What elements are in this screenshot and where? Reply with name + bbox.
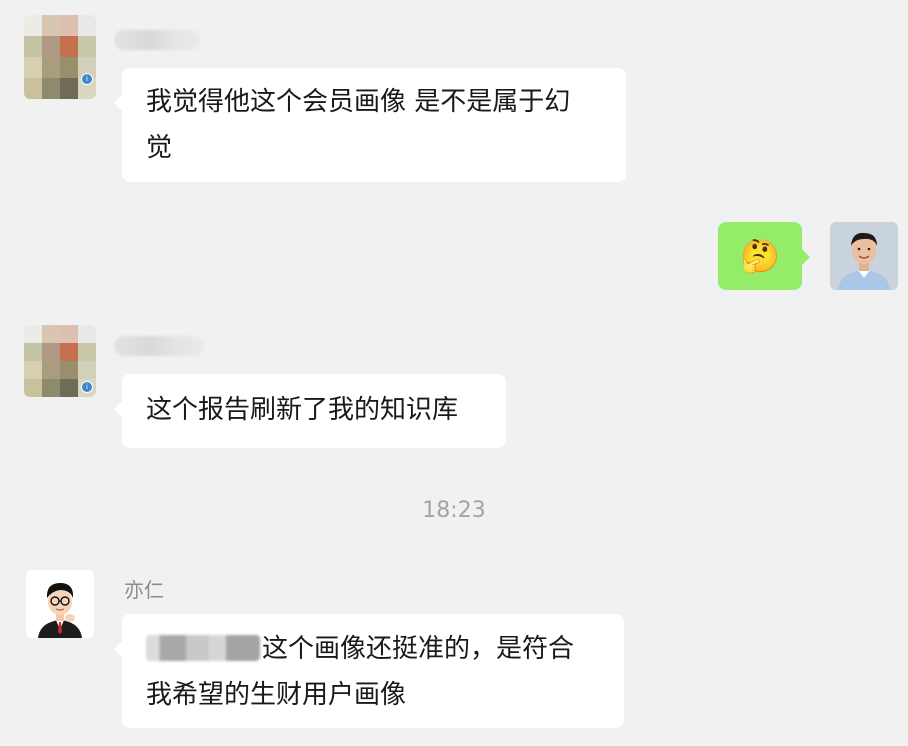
blurred-mention (146, 635, 260, 661)
message-bubble[interactable]: 这个画像还挺准的，是符合 我希望的生财用户画像 (114, 614, 624, 728)
thinking-emoji-icon: 🤔 (740, 237, 780, 275)
blurred-sender-name (114, 30, 200, 50)
message-text: 这个画像还挺准的，是符合 (262, 634, 575, 664)
info-badge-icon: i (81, 73, 93, 85)
message-text-line: 我希望的生财用户画像 (146, 680, 407, 710)
emoji-message-bubble[interactable]: 🤔 (718, 222, 810, 290)
message-timestamp: 18:23 (422, 498, 486, 523)
sender-avatar[interactable]: i (24, 15, 96, 99)
pixelated-avatar-image (24, 15, 96, 99)
cartoon-avatar-image (26, 570, 94, 638)
message-text-line: 我觉得他这个会员画像 是不是属于幻 (146, 87, 571, 117)
sender-name: 亦仁 (124, 578, 164, 602)
self-avatar[interactable] (830, 222, 898, 290)
message-bubble[interactable]: 这个报告刷新了我的知识库 (114, 374, 506, 448)
message-bubble[interactable]: 我觉得他这个会员画像 是不是属于幻 觉 (114, 68, 626, 182)
message-text-line: 这个画像还挺准的，是符合 (146, 626, 600, 672)
blurred-sender-name (114, 336, 204, 356)
sender-avatar[interactable]: i (24, 325, 96, 397)
message-text-line: 这个报告刷新了我的知识库 (146, 395, 459, 425)
sender-avatar[interactable] (26, 570, 94, 638)
info-badge-icon: i (81, 381, 93, 393)
person-avatar-image (830, 222, 898, 290)
message-text-line: 觉 (146, 133, 173, 163)
